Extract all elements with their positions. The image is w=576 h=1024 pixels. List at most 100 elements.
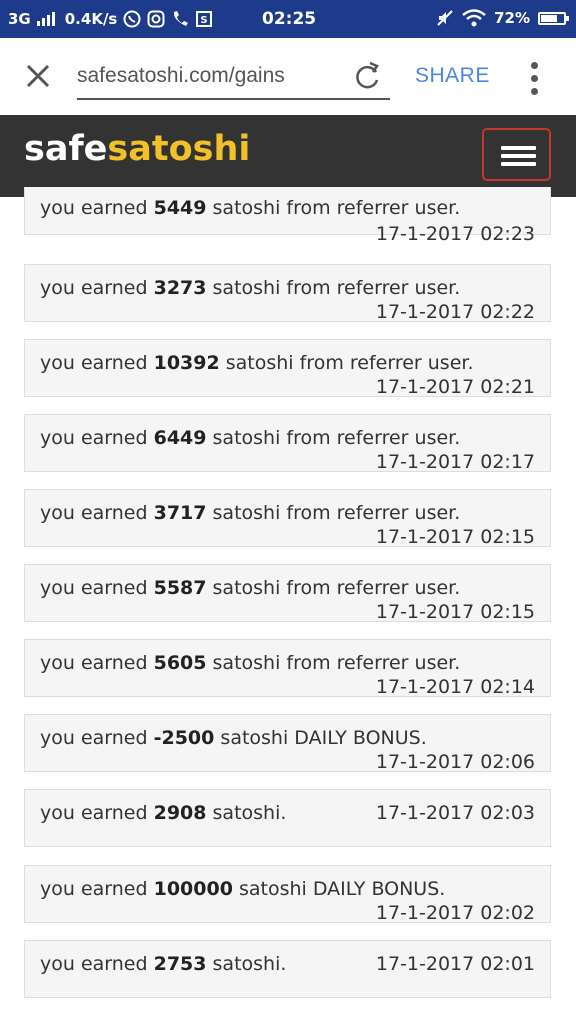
reload-icon [356,61,379,89]
gain-message: you earned -2500 satoshi DAILY BONUS. [40,727,427,749]
gain-prefix: you earned [40,352,154,374]
instagram-icon [147,10,165,28]
reload-button[interactable] [354,60,382,92]
network-type: 3G [8,10,31,28]
gain-timestamp: 17-1-2017 02:17 [375,451,535,473]
status-bar: 3G 0.4K/s S 02:25 72% [0,0,576,38]
overflow-menu-button[interactable] [524,62,544,96]
gain-suffix: satoshi from referrer user. [206,652,461,674]
gain-message: you earned 3273 satoshi from referrer us… [40,277,460,299]
gain-amount: 10392 [153,352,220,374]
gain-timestamp: 17-1-2017 02:23 [375,223,535,245]
gain-amount: 2753 [153,953,207,975]
gain-message: you earned 2753 satoshi. [40,953,286,975]
gain-timestamp: 17-1-2017 02:22 [375,301,535,323]
list-item: you earned 5587 satoshi from referrer us… [24,564,551,623]
status-clock: 02:25 [262,9,317,29]
gain-message: you earned 5449 satoshi from referrer us… [40,197,460,219]
list-item: you earned 3717 satoshi from referrer us… [24,489,551,548]
gain-suffix: satoshi from referrer user. [206,197,461,219]
battery-percent: 72% [494,9,530,27]
gain-suffix: satoshi from referrer user. [219,352,474,374]
site-navbar: safesatoshi [0,115,576,197]
gain-amount: 3273 [153,277,207,299]
gain-prefix: you earned [40,502,154,524]
close-icon [26,64,50,88]
list-item: you earned 2753 satoshi. 17-1-2017 02:01 [24,940,551,998]
gain-prefix: you earned [40,802,154,824]
gain-timestamp: 17-1-2017 02:15 [375,526,535,548]
gain-message: you earned 2908 satoshi. [40,802,286,824]
menu-dot-icon [530,88,538,95]
gain-amount: 100000 [153,878,233,900]
menu-dot-icon [530,75,538,82]
gain-timestamp: 17-1-2017 02:02 [375,902,535,924]
gain-suffix: satoshi from referrer user. [206,277,461,299]
share-button[interactable]: SHARE [415,64,490,88]
url-field[interactable]: safesatoshi.com/gains [77,60,390,100]
gain-suffix: satoshi from referrer user. [206,427,461,449]
status-right: 72% [436,9,569,27]
nav-toggle-button[interactable] [482,128,551,181]
svg-text:S: S [201,15,208,26]
menu-dot-icon [530,62,538,69]
gain-timestamp: 17-1-2017 02:03 [375,802,535,824]
gain-prefix: you earned [40,577,154,599]
gain-amount: -2500 [153,727,215,749]
logo-part-satoshi: satoshi [107,129,251,169]
gain-amount: 5449 [153,197,207,219]
list-item: you earned 5605 satoshi from referrer us… [24,639,551,698]
whatsapp-icon [123,10,141,28]
missed-call-icon [174,11,189,26]
hamburger-icon-bar [501,154,536,158]
gain-prefix: you earned [40,277,154,299]
browser-toolbar: safesatoshi.com/gains SHARE [0,38,576,116]
gain-prefix: you earned [40,427,154,449]
network-speed: 0.4K/s [64,10,118,28]
url-text: safesatoshi.com/gains [77,64,285,87]
gain-message: you earned 6449 satoshi from referrer us… [40,427,460,449]
gain-suffix: satoshi DAILY BONUS. [214,727,427,749]
list-item: you earned 3273 satoshi from referrer us… [24,264,551,323]
gain-amount: 3717 [153,502,207,524]
gain-timestamp: 17-1-2017 02:15 [375,601,535,623]
gain-prefix: you earned [40,727,154,749]
list-item: you earned -2500 satoshi DAILY BONUS. 17-… [24,714,551,773]
gain-suffix: satoshi from referrer user. [206,577,461,599]
gain-suffix: satoshi from referrer user. [206,502,461,524]
gain-suffix: satoshi. [206,802,287,824]
mute-icon [437,10,453,26]
gain-suffix: satoshi. [206,953,287,975]
gain-amount: 6449 [153,427,207,449]
gain-prefix: you earned [40,953,154,975]
gain-suffix: satoshi DAILY BONUS. [232,878,446,900]
gain-timestamp: 17-1-2017 02:14 [375,676,535,698]
site-logo[interactable]: safesatoshi [24,129,250,169]
gain-prefix: you earned [40,878,154,900]
battery-icon [538,11,569,25]
gain-amount: 5587 [153,577,207,599]
gain-message: you earned 100000 satoshi DAILY BONUS. [40,878,445,900]
list-item: you earned 6449 satoshi from referrer us… [24,414,551,473]
gain-amount: 5605 [153,652,207,674]
hamburger-icon-bar [501,146,536,150]
gain-message: you earned 3717 satoshi from referrer us… [40,502,460,524]
logo-part-safe: safe [24,129,108,169]
sim-icon: S [196,11,213,27]
gain-prefix: you earned [40,197,154,219]
gain-message: you earned 10392 satoshi from referrer u… [40,352,474,374]
close-button[interactable] [22,60,54,92]
gain-message: you earned 5587 satoshi from referrer us… [40,577,460,599]
list-item: you earned 100000 satoshi DAILY BONUS. 17… [24,865,551,924]
status-left: 3G 0.4K/s S [8,10,213,28]
list-item: you earned 10392 satoshi from referrer u… [24,339,551,398]
list-item: you earned 2908 satoshi. 17-1-2017 02:03 [24,789,551,847]
wifi-icon [462,9,486,27]
gain-prefix: you earned [40,652,154,674]
gain-timestamp: 17-1-2017 02:01 [375,953,535,975]
list-item: you earned 5449 satoshi from referrer us… [24,187,551,245]
gain-timestamp: 17-1-2017 02:06 [375,751,535,773]
gain-message: you earned 5605 satoshi from referrer us… [40,652,460,674]
hamburger-icon-bar [501,162,536,166]
gain-timestamp: 17-1-2017 02:21 [375,376,535,398]
